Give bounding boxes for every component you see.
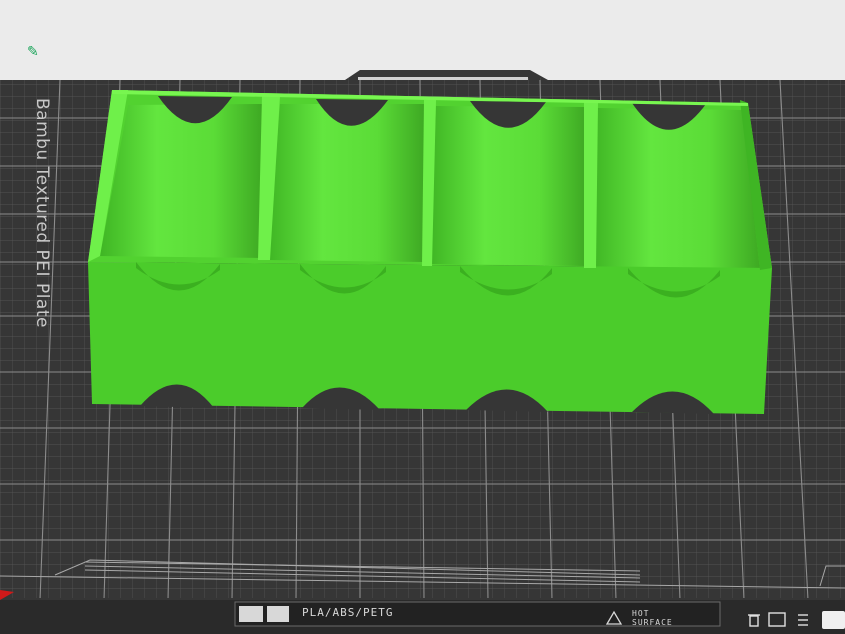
hot-surface-line2: SURFACE (632, 618, 673, 627)
pencil-icon[interactable]: ✎ (27, 44, 39, 60)
view-tool-trash[interactable] (748, 612, 760, 628)
hot-surface-line1: HOT (632, 609, 650, 618)
square-icon (768, 612, 786, 627)
view-tool-panel[interactable] (822, 611, 845, 629)
build-plate-scene[interactable] (0, 0, 845, 634)
view-tool-list[interactable] (797, 612, 809, 628)
3d-viewport[interactable]: Bambu Textured PEI Plate ✎ PLA/ABS/PETG … (0, 0, 845, 634)
plate-bottom-bar (0, 600, 845, 634)
battery-holder-model[interactable] (88, 90, 772, 414)
view-tool-square[interactable] (768, 612, 786, 628)
filament-types-label: PLA/ABS/PETG (302, 606, 394, 619)
trash-icon (748, 614, 760, 627)
plate-type-label: Bambu Textured PEI Plate (32, 98, 52, 328)
hot-surface-warning: HOT SURFACE (632, 609, 673, 627)
list-icon (798, 614, 808, 626)
